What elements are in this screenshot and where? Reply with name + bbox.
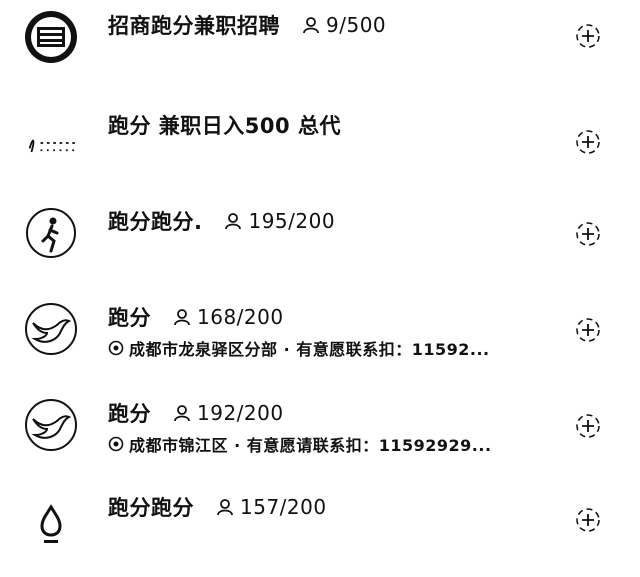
- person-icon: [174, 405, 190, 422]
- group-location: 成都市锦江区 · 有意愿请联系扣：11592929...: [129, 436, 492, 455]
- group-avatar[interactable]: [22, 494, 80, 552]
- member-count-value: 9/500: [326, 13, 387, 37]
- add-group-icon: [576, 24, 600, 48]
- add-group-icon: [576, 130, 600, 154]
- member-count-value: 192/200: [197, 401, 284, 425]
- group-title: 跑分: [108, 306, 151, 330]
- group-title: 跑分: [108, 402, 151, 426]
- group-title: 跑分 兼职日入500 总代: [108, 114, 341, 138]
- member-count: 157/200: [216, 495, 327, 519]
- signature-logo-icon: [28, 139, 79, 153]
- group-location: 成都市龙泉驿区分部 · 有意愿联系扣：11592...: [129, 340, 490, 359]
- join-button[interactable]: [572, 218, 604, 250]
- group-avatar[interactable]: [26, 114, 84, 172]
- badge-logo-icon: [25, 11, 77, 63]
- add-group-icon: [576, 508, 600, 532]
- location-icon: [108, 436, 124, 452]
- add-group-icon: [576, 318, 600, 342]
- join-button[interactable]: [572, 314, 604, 346]
- group-list: 招商跑分兼职招聘 9/500 跑分 兼职日入500 总代 跑分跑分. 195/2…: [0, 0, 640, 543]
- member-count-value: 195/200: [248, 209, 336, 233]
- member-count-value: 168/200: [197, 305, 284, 329]
- bird-logo-icon: [25, 399, 77, 451]
- group-row[interactable]: 跑分跑分. 195/200: [0, 196, 640, 291]
- group-title: 跑分跑分.: [108, 210, 203, 234]
- bird-logo-icon: [25, 303, 77, 355]
- person-icon: [174, 309, 190, 326]
- join-button[interactable]: [572, 126, 604, 158]
- group-row[interactable]: 跑分跑分 157/200: [0, 482, 640, 577]
- member-count-value: 157/200: [240, 495, 327, 519]
- runner-icon: [26, 208, 76, 258]
- member-count: 195/200: [224, 209, 335, 233]
- member-count: 168/200: [173, 305, 284, 329]
- group-title: 招商跑分兼职招聘: [108, 14, 280, 38]
- person-icon: [225, 213, 242, 230]
- group-row[interactable]: 跑分 168/200 成都市龙泉驿区分部 · 有意愿联系扣：11592...: [0, 292, 640, 387]
- group-row[interactable]: 跑分 兼职日入500 总代: [0, 100, 640, 195]
- add-group-icon: [576, 414, 600, 438]
- join-button[interactable]: [572, 20, 604, 52]
- group-avatar[interactable]: [22, 8, 80, 66]
- group-avatar[interactable]: [22, 204, 80, 262]
- drop-icon: [40, 504, 62, 543]
- member-count: 9/500: [302, 13, 386, 37]
- member-count: 192/200: [173, 401, 284, 425]
- person-icon: [217, 499, 233, 516]
- join-button[interactable]: [572, 410, 604, 442]
- group-avatar[interactable]: [22, 396, 80, 454]
- person-icon: [303, 17, 319, 34]
- location-icon: [108, 340, 124, 356]
- group-avatar[interactable]: [22, 300, 80, 358]
- add-group-icon: [576, 222, 600, 246]
- group-title: 跑分跑分: [108, 496, 194, 520]
- group-row[interactable]: 招商跑分兼职招聘 9/500: [0, 0, 640, 95]
- group-row[interactable]: 跑分 192/200 成都市锦江区 · 有意愿请联系扣：11592929...: [0, 388, 640, 483]
- join-button[interactable]: [572, 504, 604, 536]
